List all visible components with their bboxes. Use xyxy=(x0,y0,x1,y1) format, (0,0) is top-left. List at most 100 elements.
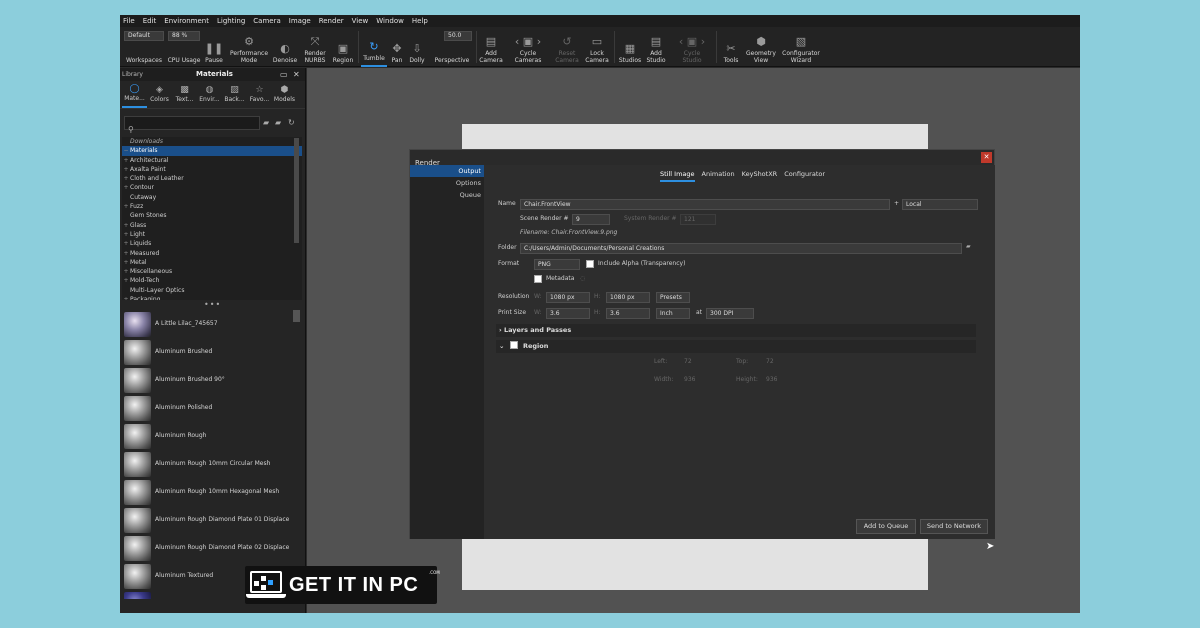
layers-and-passes-section[interactable]: › Layers and Passes xyxy=(496,324,976,337)
menu-edit[interactable]: Edit xyxy=(143,15,157,27)
tab-materials[interactable]: ◯ Mate... xyxy=(122,81,147,108)
lock-camera-button[interactable]: ▭ Lock Camera xyxy=(584,27,610,67)
reset-camera-button[interactable]: ↺ Reset Camera xyxy=(552,27,582,67)
expand-icon[interactable]: + xyxy=(122,258,130,267)
perspective-button[interactable]: Perspective xyxy=(430,27,474,67)
tree-item[interactable]: +Metal xyxy=(122,258,302,267)
add-studio-button[interactable]: ▤ Add Studio xyxy=(644,27,668,67)
expand-icon[interactable]: + xyxy=(122,249,130,258)
tree-item[interactable]: +Axalta Paint xyxy=(122,165,302,174)
tab-environments[interactable]: ◍ Envir... xyxy=(197,81,222,108)
tools-button[interactable]: ✂ Tools xyxy=(720,27,742,67)
tree-item[interactable]: Gem Stones xyxy=(122,211,302,220)
cpu-usage-button[interactable]: CPU Usage xyxy=(166,27,202,67)
include-alpha-checkbox[interactable] xyxy=(586,260,594,268)
performance-mode-button[interactable]: ⚙ Performance Mode xyxy=(227,27,271,67)
configurator-wizard-button[interactable]: ▧ Configurator Wizard xyxy=(780,27,822,67)
metadata-checkbox[interactable] xyxy=(534,275,542,283)
pause-button[interactable]: ❚❚ Pause xyxy=(203,27,225,67)
tab-animation[interactable]: Animation xyxy=(702,168,735,182)
material-list-item[interactable]: Aluminum Rough Diamond Plate 01 Displace xyxy=(122,506,300,534)
tab-backplates[interactable]: ▨ Back... xyxy=(222,81,247,108)
expand-icon[interactable]: + xyxy=(122,221,130,230)
scene-render-field[interactable]: 9 xyxy=(572,214,610,225)
tree-item[interactable]: +Miscellaneous xyxy=(122,267,302,276)
undock-icon[interactable]: ▭ xyxy=(280,68,288,81)
metadata-settings-icon[interactable]: ◌ xyxy=(580,274,585,284)
expand-icon[interactable]: + xyxy=(122,239,130,248)
denoise-button[interactable]: ◐ Denoise xyxy=(272,27,298,67)
tree-item[interactable]: +Mold-Tech xyxy=(122,276,302,285)
add-to-queue-button[interactable]: Add to Queue xyxy=(856,519,916,534)
menu-lighting[interactable]: Lighting xyxy=(217,15,245,27)
close-icon[interactable]: ✕ xyxy=(293,68,300,81)
tree-item[interactable]: +Glass xyxy=(122,221,302,230)
tree-item[interactable]: +Fuzz xyxy=(122,202,302,211)
dpi-select[interactable]: 300 DPI xyxy=(706,308,754,319)
render-target-select[interactable]: Local xyxy=(902,199,978,210)
folder-field[interactable]: C:/Users/Admin/Documents/Personal Creati… xyxy=(520,243,962,254)
material-list-item[interactable]: Aluminum Rough Diamond Plate 02 Displace xyxy=(122,534,300,562)
region-checkbox[interactable] xyxy=(509,341,518,349)
send-to-network-button[interactable]: Send to Network xyxy=(920,519,988,534)
tab-textures[interactable]: ▩ Text... xyxy=(172,81,197,108)
sidebar-item-options[interactable]: Options xyxy=(410,177,484,189)
tab-still-image[interactable]: Still Image xyxy=(660,168,695,182)
material-list-item[interactable]: Aluminum Rough xyxy=(122,422,300,450)
material-list-scrollbar[interactable] xyxy=(293,310,300,322)
cycle-cameras-button[interactable]: ‹ ▣ › Cycle Cameras xyxy=(510,27,546,67)
tree-item[interactable]: −Materials xyxy=(122,146,302,156)
expand-icon[interactable]: + xyxy=(122,165,130,174)
menu-window[interactable]: Window xyxy=(376,15,404,27)
expand-icon[interactable]: + xyxy=(122,183,130,192)
expand-icon[interactable]: + xyxy=(122,267,130,276)
material-list-item[interactable]: Aluminum Rough 10mm Circular Mesh xyxy=(122,450,300,478)
material-list-item[interactable]: Aluminum Brushed xyxy=(122,338,300,366)
material-list-item[interactable]: A Little Lilac_745657 xyxy=(122,310,300,338)
print-height-field[interactable]: 3.6 xyxy=(606,308,650,319)
tree-scrollbar[interactable] xyxy=(294,138,299,243)
menu-camera[interactable]: Camera xyxy=(253,15,280,27)
studios-button[interactable]: ▦ Studios xyxy=(616,27,644,67)
region-button[interactable]: ▣ Region xyxy=(331,27,355,67)
tree-item[interactable]: Downloads xyxy=(122,137,302,146)
expand-icon[interactable]: + xyxy=(122,295,130,300)
library-search-input[interactable]: ⚲ xyxy=(124,116,260,134)
tab-colors[interactable]: ◈ Colors xyxy=(147,81,172,108)
material-list-item[interactable]: Aluminum Polished xyxy=(122,394,300,422)
splitter-handle[interactable]: ••• xyxy=(204,300,221,309)
name-field[interactable]: Chair.FrontView xyxy=(520,199,890,210)
expand-icon[interactable]: + xyxy=(122,174,130,183)
print-unit-select[interactable]: Inch xyxy=(656,308,690,319)
cycle-studio-button[interactable]: ‹ ▣ › Cycle Studio xyxy=(674,27,710,67)
expand-icon[interactable]: − xyxy=(122,146,130,155)
format-select[interactable]: PNG xyxy=(534,259,580,270)
folder-icon[interactable]: ▰ xyxy=(263,116,269,130)
browse-folder-icon[interactable]: ▰ xyxy=(966,242,971,252)
tree-item[interactable]: +Measured xyxy=(122,249,302,258)
refresh-icon[interactable]: ↻ xyxy=(288,116,295,130)
expand-icon[interactable]: + xyxy=(122,202,130,211)
tab-keyshotxr[interactable]: KeyShotXR xyxy=(742,168,778,182)
tree-item[interactable]: Cutaway xyxy=(122,193,302,202)
import-icon[interactable]: ▰ xyxy=(275,116,281,130)
region-section[interactable]: ⌄ Region xyxy=(496,340,976,353)
add-camera-button[interactable]: ▤ Add Camera xyxy=(478,27,504,67)
menu-environment[interactable]: Environment xyxy=(164,15,209,27)
menu-render[interactable]: Render xyxy=(319,15,344,27)
tumble-button[interactable]: ↻ Tumble xyxy=(361,27,387,67)
tab-favorites[interactable]: ☆ Favo... xyxy=(247,81,272,108)
sidebar-item-output[interactable]: Output xyxy=(410,165,484,177)
tree-item[interactable]: Multi-Layer Optics xyxy=(122,286,302,295)
material-list-item[interactable]: Aluminum Rough 10mm Hexagonal Mesh xyxy=(122,478,300,506)
expand-icon[interactable]: + xyxy=(122,230,130,239)
geometry-view-button[interactable]: ⬢ Geometry View xyxy=(744,27,778,67)
tree-item[interactable]: +Architectural xyxy=(122,156,302,165)
expand-icon[interactable]: + xyxy=(122,156,130,165)
presets-select[interactable]: Presets xyxy=(656,292,690,303)
resolution-width-field[interactable]: 1080 px xyxy=(546,292,590,303)
expand-icon[interactable]: + xyxy=(122,276,130,285)
menu-image[interactable]: Image xyxy=(289,15,311,27)
menu-view[interactable]: View xyxy=(352,15,369,27)
dialog-close-icon[interactable]: ✕ xyxy=(981,152,992,163)
